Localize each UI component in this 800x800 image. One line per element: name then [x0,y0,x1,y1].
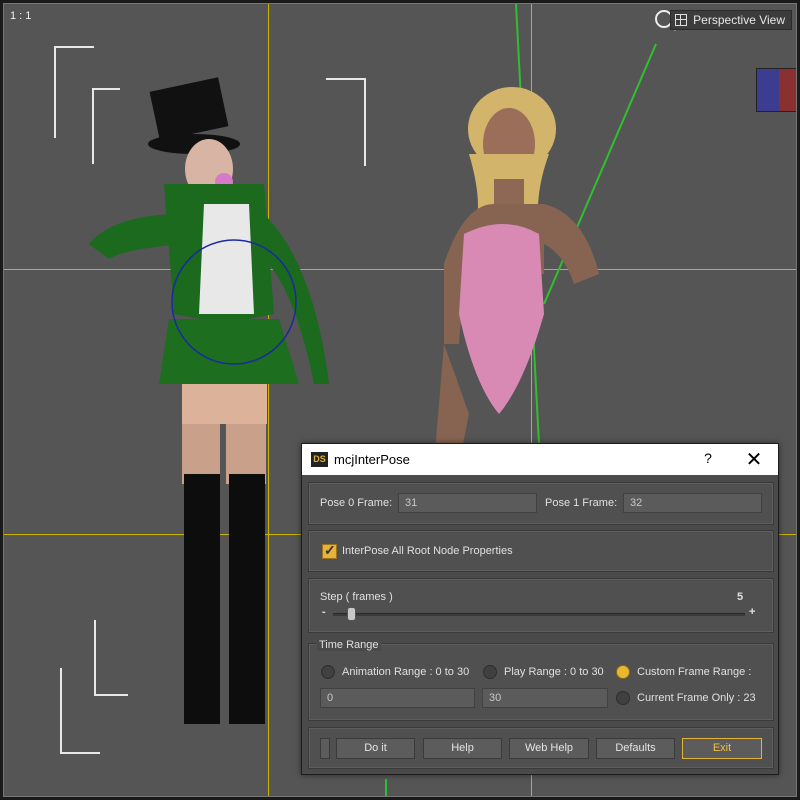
radio-custom-range[interactable] [616,665,630,679]
camera-ratio-label: 1 : 1 [10,10,32,22]
options-button[interactable] [320,738,330,759]
help-icon[interactable]: ? [700,450,716,466]
radio-custom-label: Custom Frame Range : [637,666,752,678]
step-slider-thumb[interactable] [347,607,356,621]
view-label: Perspective View [693,13,785,27]
do-it-button[interactable]: Do it [336,738,415,759]
pose1-field[interactable]: 32 [623,493,762,513]
pose0-field[interactable]: 31 [398,493,537,513]
daz-logo-icon: DS [311,452,328,467]
perspective-view-button[interactable]: Perspective View [670,10,792,30]
step-increase-icon[interactable]: + [749,606,755,618]
pose1-label: Pose 1 Frame: [545,497,618,509]
checkbox-label: InterPose All Root Node Properties [342,545,513,557]
dialog-title: mcjInterPose [334,452,410,467]
dialog-titlebar[interactable]: DS mcjInterPose ? ✕ [302,444,778,475]
radio-animation-range[interactable] [321,665,335,679]
radio-animation-label: Animation Range : 0 to 30 [342,666,470,678]
step-value: 5 [737,591,744,603]
root-node-group: InterPose All Root Node Properties [308,530,774,572]
defaults-button[interactable]: Defaults [596,738,675,759]
time-range-label: Time Range [317,639,381,651]
step-group: Step ( frames ) 5 - + [308,578,774,633]
button-group: Do it Help Web Help Defaults Exit [308,727,774,769]
exit-button[interactable]: Exit [682,738,762,759]
time-range-group: Time Range Animation Range : 0 to 30 Pla… [308,639,774,721]
custom-start-field[interactable]: 0 [320,688,475,708]
grid-icon [675,14,688,26]
interpose-root-checkbox[interactable] [322,542,337,559]
web-help-button[interactable]: Web Help [509,738,589,759]
interpose-dialog: DS mcjInterPose ? ✕ Pose 0 Frame: 31 Pos… [301,443,779,775]
radio-current-frame[interactable] [616,691,630,705]
custom-end-field[interactable]: 30 [482,688,608,708]
radio-current-label: Current Frame Only : 23 [637,692,756,704]
pose0-label: Pose 0 Frame: [320,497,393,509]
radio-play-label: Play Range : 0 to 30 [504,666,604,678]
pose-frame-group: Pose 0 Frame: 31 Pose 1 Frame: 32 [308,482,774,525]
step-slider-track[interactable] [333,613,745,616]
help-button[interactable]: Help [423,738,502,759]
close-icon[interactable]: ✕ [742,447,766,472]
radio-play-range[interactable] [483,665,497,679]
step-label: Step ( frames ) [320,591,393,603]
step-decrease-icon[interactable]: - [322,606,326,618]
figure-right[interactable] [424,84,664,464]
view-cube[interactable] [756,68,796,112]
